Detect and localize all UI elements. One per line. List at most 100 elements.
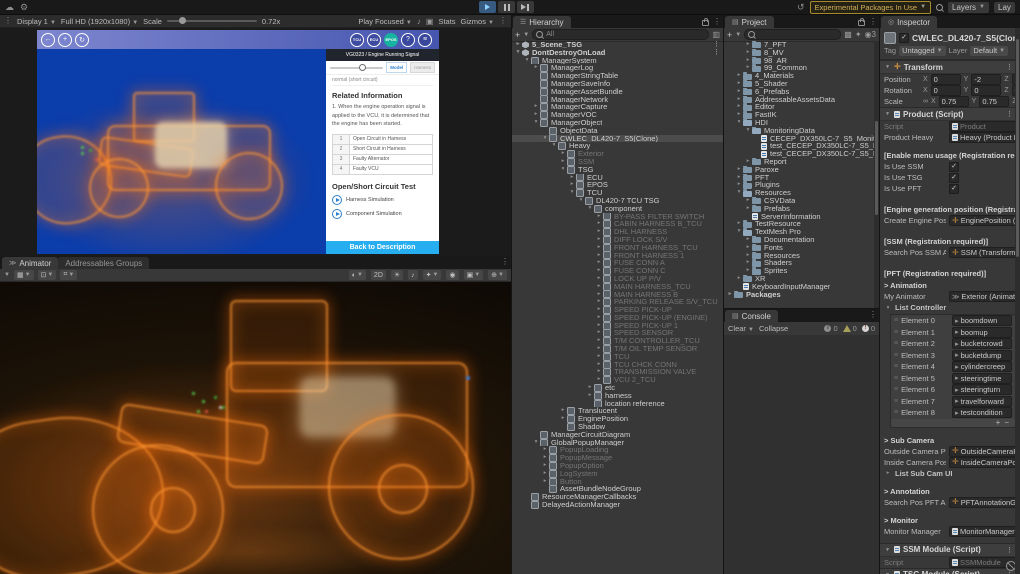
hierarchy-row[interactable]: ▾ CWLEC_DL420-7_S5(Clone) xyxy=(512,134,723,143)
vsync-icon[interactable]: ▣ xyxy=(426,17,434,26)
services-gear-icon[interactable]: ⚙ xyxy=(20,2,28,12)
nav-tcu-button[interactable]: TCU xyxy=(350,32,364,47)
hierarchy-row[interactable]: ▸ ManagerCapture xyxy=(512,103,723,112)
expand-arrow-icon[interactable]: ▸ xyxy=(735,111,743,119)
expand-arrow-icon[interactable]: ▸ xyxy=(735,275,743,283)
axis-value-field[interactable]: 0 xyxy=(930,74,961,85)
drag-handle-icon[interactable]: ≡ xyxy=(894,363,898,370)
play-focused-dropdown[interactable]: Play Focused ▼ xyxy=(358,17,412,26)
project-row[interactable]: ▸ XR xyxy=(724,274,874,283)
project-row[interactable]: ▸ Editor xyxy=(724,103,874,111)
clear-button[interactable]: Clear ▼ xyxy=(728,324,754,333)
element-value-field[interactable]: ▸ testcondition xyxy=(952,407,1012,419)
project-row[interactable]: ServerInformation xyxy=(724,213,874,221)
hierarchy-row[interactable]: ▸ MAIN HARNESS_TCU xyxy=(512,282,723,291)
hierarchy-row[interactable]: ▸ DHL HARNESS xyxy=(512,228,723,236)
drag-handle-icon[interactable]: ≡ xyxy=(894,386,898,393)
hierarchy-row[interactable]: ▸ MAIN HARNESS B xyxy=(512,290,723,299)
cloud-icon[interactable]: ☁ xyxy=(5,2,14,12)
inside-camera-field[interactable]: ✛InsideCameraPosition xyxy=(949,456,1016,468)
debug-tool[interactable]: ⊡ ▼ xyxy=(37,270,57,280)
experimental-packages-warning[interactable]: Experimental Packages In Use ▼ xyxy=(809,0,932,14)
hierarchy-row[interactable]: ▸ FUSE CONN A xyxy=(512,259,723,268)
expand-arrow-icon[interactable]: ▸ xyxy=(744,197,752,205)
gizmos-dropdown[interactable]: Gizmos ▼ xyxy=(461,17,494,26)
axis-value-field[interactable]: 0 xyxy=(971,85,1002,96)
checkbox[interactable]: ✓ xyxy=(949,172,959,183)
hierarchy-row[interactable]: ▸ Exterior xyxy=(512,150,723,158)
row-options-icon[interactable]: ⋮ xyxy=(713,49,723,57)
project-row[interactable]: ▸ Packages xyxy=(724,290,874,299)
expand-arrow-icon[interactable]: ▸ xyxy=(541,462,549,470)
search-by-type-icon[interactable]: ▩ xyxy=(844,30,852,39)
tool-dropdown-icon[interactable]: ▼ xyxy=(4,272,10,278)
hierarchy-row[interactable]: ▸ SPEED PICK-UP (ENGINE) xyxy=(512,313,723,322)
expand-arrow-icon[interactable]: ▸ xyxy=(595,337,603,345)
back-to-description-button[interactable]: Back to Description xyxy=(326,241,439,254)
undo-history-icon[interactable]: ↺ xyxy=(797,2,805,12)
expand-arrow-icon[interactable]: ▾ xyxy=(532,119,540,127)
expand-arrow-icon[interactable]: ▸ xyxy=(744,49,752,57)
hierarchy-row[interactable]: ▸ SPEED SENSOR xyxy=(512,329,723,338)
expand-arrow-icon[interactable]: ▾ xyxy=(735,119,743,127)
ssm-annotation-field[interactable]: ✛ SSM (Transform) xyxy=(949,247,1016,258)
hierarchy-row[interactable]: Shadow xyxy=(512,423,723,431)
project-row[interactable]: ▾ HDI xyxy=(724,118,874,127)
draw-mode-tool[interactable]: ▦ ▼ xyxy=(13,270,34,280)
hierarchy-row[interactable]: ▸ DIFF LOCK S/V xyxy=(512,235,723,244)
hierarchy-row[interactable]: ▸ PopupOption xyxy=(512,462,723,470)
layer-dropdown[interactable]: Default ▼ xyxy=(970,45,1009,56)
expand-arrow-icon[interactable]: ▸ xyxy=(595,252,603,260)
expand-arrow-icon[interactable]: ▾ xyxy=(735,189,743,197)
hierarchy-row[interactable]: ▸ etc xyxy=(512,384,723,392)
element-value-field[interactable]: ▸ cylindercreep xyxy=(952,361,1012,373)
expand-arrow-icon[interactable]: ▸ xyxy=(532,111,540,119)
project-row[interactable]: ▸ Plugins xyxy=(724,181,874,189)
expand-arrow-icon[interactable]: ▸ xyxy=(532,103,540,111)
expand-arrow-icon[interactable]: ▸ xyxy=(744,158,752,166)
hierarchy-row[interactable]: ▸ 5_Scene_TSG ⋮ xyxy=(512,41,723,49)
project-row[interactable]: ▸ 8_MV xyxy=(724,48,874,57)
outside-camera-field[interactable]: ✛OutsideCameraPositio xyxy=(949,445,1016,457)
expand-arrow-icon[interactable]: ▸ xyxy=(595,275,603,283)
project-row[interactable]: ▸ Fonts xyxy=(724,243,874,252)
hierarchy-row[interactable]: ▸ EPOS xyxy=(512,181,723,190)
hierarchy-row[interactable]: ▸ TCU CHCK CONN xyxy=(512,360,723,369)
checkbox[interactable]: ✓ xyxy=(949,183,959,194)
project-row[interactable]: ▸ 4_Materials xyxy=(724,72,874,80)
create-button[interactable]: + xyxy=(515,30,520,40)
collapse-button[interactable]: Collapse xyxy=(759,324,788,333)
expand-arrow-icon[interactable]: ▸ xyxy=(735,96,743,104)
hierarchy-row[interactable]: ▾ ManagerObject xyxy=(512,118,723,127)
expand-arrow-icon[interactable]: ▸ xyxy=(532,64,540,72)
play-button[interactable] xyxy=(479,1,496,13)
move-tool-icon[interactable]: + xyxy=(58,32,72,47)
expand-arrow-icon[interactable]: ▾ xyxy=(559,166,567,174)
expand-arrow-icon[interactable]: ▾ xyxy=(532,439,540,447)
project-row[interactable]: ▸ Documentation xyxy=(724,235,874,244)
expand-arrow-icon[interactable]: ▸ xyxy=(541,446,549,454)
tab-inspector[interactable]: ◎ Inspector xyxy=(881,16,938,28)
hierarchy-row[interactable]: ▸ ECU xyxy=(512,173,723,182)
hierarchy-row[interactable]: ▸ PARKING RELEASE S/V_TCU xyxy=(512,298,723,307)
expand-arrow-icon[interactable]: ▸ xyxy=(735,103,743,111)
gizmo-dropdown[interactable]: ⊕ ▼ xyxy=(488,270,507,280)
lock-icon[interactable] xyxy=(858,18,865,26)
back-arrow-icon[interactable]: ← xyxy=(41,32,55,47)
hierarchy-row[interactable]: ▾ DontDestroyOnLoad ⋮ xyxy=(512,49,723,57)
hierarchy-row[interactable]: ▸ CABIN HARNESS B_TCU xyxy=(512,220,723,229)
inspector-scrollbar[interactable] xyxy=(1015,28,1020,574)
project-search-input[interactable] xyxy=(744,29,842,40)
nav-epos-button[interactable]: EPOS xyxy=(384,32,398,47)
expand-arrow-icon[interactable]: ▸ xyxy=(744,205,752,213)
expand-arrow-icon[interactable]: ▾ xyxy=(577,197,585,205)
resolution-dropdown[interactable]: Full HD (1920x1080) ▼ xyxy=(61,17,138,26)
project-row[interactable]: ▾ TextMesh Pro xyxy=(724,228,874,236)
search-by-label-icon[interactable]: ✦ xyxy=(855,30,862,39)
expand-arrow-icon[interactable]: ▸ xyxy=(595,291,603,299)
expand-arrow-icon[interactable]: ▸ xyxy=(735,220,743,228)
expand-arrow-icon[interactable]: ▸ xyxy=(595,283,603,291)
project-row[interactable]: KeyboardInputManager xyxy=(724,283,874,291)
project-row[interactable]: ▾ Resources xyxy=(724,189,874,197)
project-row[interactable]: ▸ TestResource xyxy=(724,220,874,228)
